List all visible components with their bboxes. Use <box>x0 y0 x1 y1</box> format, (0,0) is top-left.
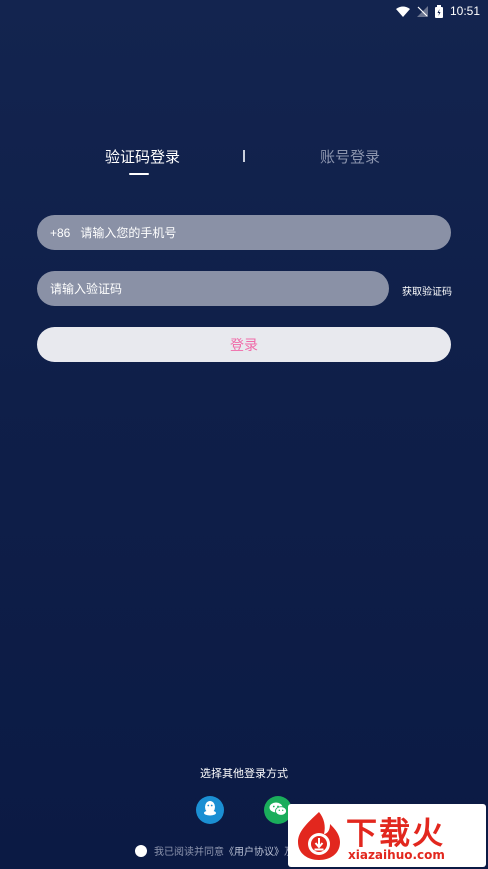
clock: 10:51 <box>449 4 480 18</box>
wechat-icon <box>269 801 287 820</box>
tab-account-login[interactable]: 账号登录 <box>320 146 380 167</box>
phone-input[interactable]: +86 请输入您的手机号 <box>37 215 451 250</box>
phone-placeholder: 请输入您的手机号 <box>80 226 177 240</box>
user-agreement-link[interactable]: 《用户协议》 <box>224 843 284 858</box>
active-tab-indicator <box>129 173 149 175</box>
flame-logo-icon <box>294 810 344 866</box>
tab-sms-login[interactable]: 验证码登录 <box>105 146 180 167</box>
watermark-url: xiazaihuo.com <box>348 848 445 862</box>
verification-code-input[interactable]: 请输入验证码 <box>37 271 389 306</box>
watermark: 下载火 xiazaihuo.com <box>288 804 486 867</box>
tab-divider <box>243 150 245 162</box>
code-placeholder: 请输入验证码 <box>50 282 123 296</box>
status-bar: 10:51 <box>0 0 488 22</box>
qq-icon <box>203 800 217 820</box>
get-code-button[interactable]: 获取验证码 <box>402 283 452 298</box>
battery-icon <box>434 4 443 18</box>
wifi-icon <box>395 6 410 17</box>
country-code: +86 <box>50 225 71 240</box>
watermark-title: 下载火 <box>346 816 445 852</box>
agreement-row: 我已阅读并同意 《用户协议》 及 <box>135 843 294 858</box>
agreement-text: 我已阅读并同意 <box>154 847 224 858</box>
login-button[interactable]: 登录 <box>37 327 451 362</box>
other-login-title: 选择其他登录方式 <box>200 767 288 780</box>
qq-login-button[interactable] <box>196 796 224 824</box>
login-tabs: 验证码登录 账号登录 <box>0 146 488 176</box>
no-signal-icon <box>416 5 428 17</box>
agree-checkbox[interactable] <box>135 844 147 857</box>
